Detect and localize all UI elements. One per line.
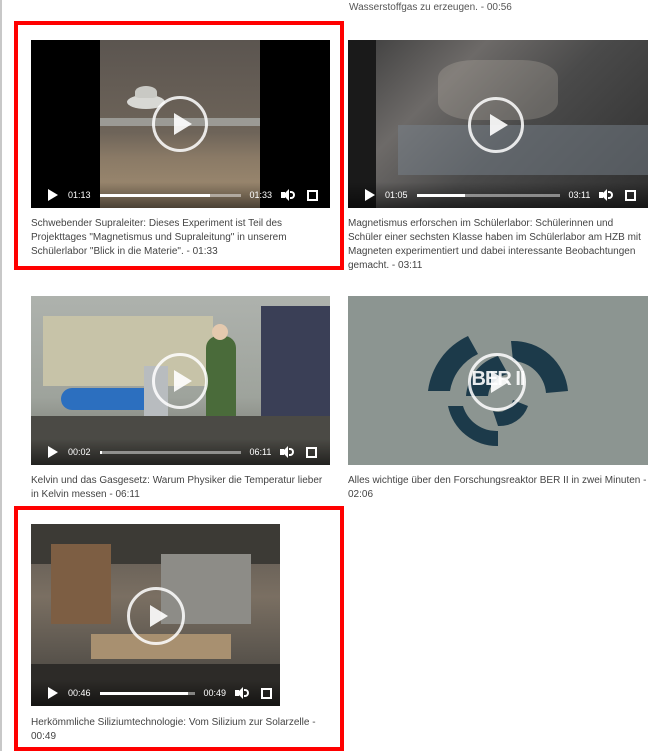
current-time: 00:46 xyxy=(68,688,91,698)
progress-bar[interactable] xyxy=(99,193,241,197)
duration: 00:49 xyxy=(203,688,227,698)
video-caption: Magnetismus erforschen im Schülerlabor: … xyxy=(348,218,641,271)
volume-icon[interactable] xyxy=(599,189,614,201)
play-icon[interactable] xyxy=(48,189,58,201)
video-controls: 01:05 03:11 xyxy=(348,182,648,208)
progress-bar[interactable] xyxy=(99,450,241,454)
volume-icon[interactable] xyxy=(280,446,295,458)
video-player[interactable]: 00:02 06:11 xyxy=(31,296,330,465)
video-controls: 00:46 00:49 xyxy=(31,680,280,706)
progress-fill xyxy=(99,450,103,454)
play-overlay-icon[interactable] xyxy=(468,353,526,411)
progress-bar[interactable] xyxy=(99,691,195,695)
play-icon[interactable] xyxy=(48,446,58,458)
play-icon[interactable] xyxy=(48,687,58,699)
duration: 03:11 xyxy=(568,190,591,200)
play-overlay-icon[interactable] xyxy=(152,353,208,409)
play-icon[interactable] xyxy=(365,189,375,201)
play-overlay-icon[interactable] xyxy=(468,97,524,153)
video-player[interactable]: 01:13 01:33 xyxy=(31,40,330,208)
video-controls: 01:13 01:33 xyxy=(31,182,330,208)
fullscreen-icon[interactable] xyxy=(625,189,637,201)
video-caption-previous: Wasserstoffgas zu erzeugen. - 00:56 xyxy=(349,2,512,13)
current-time: 01:13 xyxy=(68,190,91,200)
current-time: 01:05 xyxy=(385,190,408,200)
progress-fill xyxy=(416,193,466,197)
video-caption: Alles wichtige über den Forschungsreakto… xyxy=(348,475,647,500)
play-overlay-icon[interactable] xyxy=(127,587,185,645)
current-time: 00:02 xyxy=(68,447,91,457)
video-player[interactable]: 01:05 03:11 xyxy=(348,40,648,208)
video-caption: Kelvin und das Gasgesetz: Warum Physiker… xyxy=(31,475,323,500)
video-caption: Herkömmliche Siliziumtechnologie: Vom Si… xyxy=(31,717,316,742)
video-player[interactable]: BER II xyxy=(348,296,648,465)
progress-bar[interactable] xyxy=(416,193,560,197)
volume-icon[interactable] xyxy=(235,687,250,699)
video-caption: Schwebender Supraleiter: Dieses Experime… xyxy=(31,218,287,257)
volume-icon[interactable] xyxy=(281,189,296,201)
progress-fill xyxy=(99,691,188,695)
duration: 06:11 xyxy=(249,447,272,457)
play-overlay-icon[interactable] xyxy=(152,96,208,152)
duration: 01:33 xyxy=(249,190,273,200)
fullscreen-icon[interactable] xyxy=(307,189,319,201)
fullscreen-icon[interactable] xyxy=(306,446,318,458)
video-controls: 00:02 06:11 xyxy=(31,439,330,465)
fullscreen-icon[interactable] xyxy=(261,687,273,699)
video-player[interactable]: 00:46 00:49 xyxy=(31,524,280,706)
progress-fill xyxy=(99,193,210,197)
page-border xyxy=(0,0,2,751)
